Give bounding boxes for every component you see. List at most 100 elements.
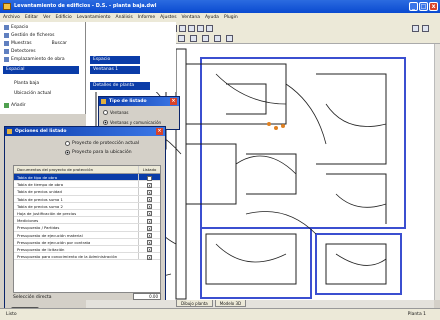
line-icon[interactable] [197,25,204,32]
table-row[interactable]: Presupuesto de ejecución por contrata x [14,238,160,246]
left-item-espacio[interactable]: Espacio [4,24,28,31]
table-row[interactable]: Tabla de tiempo de obra x [14,181,160,189]
app-window: Levantamiento de edificios - D.S. - plan… [0,0,440,320]
title-bar: Levantamiento de edificios - D.S. - plan… [0,0,440,13]
footer-label: Selección directa [13,295,52,300]
close-button[interactable]: x [429,2,438,11]
vertical-scrollbar[interactable] [434,44,440,300]
horizontal-scrollbar[interactable] [86,300,434,308]
table-row[interactable]: Tabla de tipo de obra x [14,174,160,182]
popup-title: Tipo de listado × [99,97,179,106]
table-row[interactable]: Hoja de justificación de precios x [14,209,160,218]
checkbox[interactable]: x [147,189,152,195]
menu-bar: Archivo Editar Ver Edificio Levantamient… [0,13,440,22]
table-row[interactable]: Presupuesto / Partidas x [14,224,160,232]
status-floor: Planta 1 [407,312,426,317]
site-icon [4,57,9,62]
dialog-close-button[interactable]: × [156,128,163,135]
list-options-dialog: Opciones del listado × Proyecto de protec… [4,126,166,316]
footer-value-field[interactable]: 0.00 [133,293,161,300]
left-item-detectores[interactable]: Detectores [4,48,36,55]
app-icon [3,3,11,10]
menu-ayuda[interactable]: Ayuda [205,13,219,22]
project-tree: Espacio Ventanas 1 Detalles de planta [86,22,176,92]
checkbox[interactable]: x [147,254,152,260]
floor-combo[interactable]: Planta baja [14,80,39,87]
table-row[interactable]: Presupuesto para conocimiento de la Admi… [14,253,160,261]
symbol-icon[interactable] [214,35,221,42]
menu-ventana[interactable]: Ventana [182,13,200,22]
popup-icon [101,99,106,104]
text-icon[interactable] [178,35,185,42]
menu-ver[interactable]: Ver [43,13,50,22]
hatch-icon[interactable] [190,35,197,42]
checkbox[interactable]: x [147,197,152,203]
radio-icon [103,110,108,115]
radio-proyecto-actual[interactable]: Proyecto de protección actual [65,141,139,146]
radio-selected-icon [65,150,70,155]
menu-analisis[interactable]: Análisis [116,13,133,22]
menu-ajustes[interactable]: Ajustes [160,13,176,22]
file-icon [4,33,9,38]
menu-levantamiento[interactable]: Levantamiento [77,13,111,22]
arc-icon[interactable] [206,25,213,32]
popup-close-button[interactable]: × [170,98,177,105]
table-row[interactable]: Presupuesto de licitación x [14,245,160,254]
table-header: Documentos del proyecto de protección Li… [14,166,160,174]
status-bar: Listo Planta 1 [0,308,440,320]
checkbox[interactable]: x [147,225,152,231]
layer-icon[interactable] [179,25,186,32]
menu-archivo[interactable]: Archivo [3,13,20,22]
checkbox[interactable]: x [147,247,152,253]
menu-edificio[interactable]: Edificio [56,13,72,22]
checkbox[interactable]: x [147,218,152,224]
checkbox[interactable]: x [147,182,152,188]
menu-informe[interactable]: Informe [138,13,155,22]
left-panel: Espacio Gestión de ficheros Muestras Busc… [0,22,86,114]
checkbox[interactable]: x [147,204,152,210]
list-type-popup: Tipo de listado × Ventanas Ventanas y com… [98,96,180,130]
menu-editar[interactable]: Editar [25,13,38,22]
radio-icon [65,141,70,146]
tree-item-ventanas[interactable]: Ventanas 1 [90,66,140,74]
tab-modelo-3d[interactable]: Modelo 3D [214,300,247,307]
table-row[interactable]: Tabla de precios suma 1x [14,195,160,203]
dialog-icon [7,129,12,134]
window-title: Levantamiento de edificios - D.S. - plan… [14,3,157,9]
popup-option-ventanas[interactable]: Ventanas [103,110,129,115]
nav-back-icon[interactable] [412,25,419,32]
table-row[interactable]: Tabla de precios unidad x [14,188,160,196]
table-row[interactable]: Presupuesto de ejecución material x [14,231,160,239]
table-row[interactable]: Mediciones x [14,217,160,225]
print-icon[interactable] [188,25,195,32]
maximize-button[interactable]: □ [419,2,428,11]
checkbox[interactable]: x [147,175,152,181]
block-icon[interactable] [202,35,209,42]
popup-option-comunicacion[interactable]: Ventanas y comunicación [103,120,161,125]
left-item-muestras[interactable]: Muestras Buscar [4,40,67,47]
table-row[interactable]: Tabla de precios suma 2x [14,202,160,210]
radio-selected-icon [103,120,108,125]
tree-item-detalles[interactable]: Detalles de planta [90,82,150,90]
left-item-selected[interactable]: Espacial [3,66,79,74]
header-listado: Listado [138,166,160,173]
header-documentos: Documentos del proyecto de protección [17,167,94,172]
menu-plugin[interactable]: Plugin [224,13,238,22]
tree-item-espacio[interactable]: Espacio [90,56,140,64]
detector-icon [4,49,9,54]
nav-forward-icon[interactable] [422,25,429,32]
checkbox[interactable]: x [147,211,152,217]
documents-table: Documentos del proyecto de protección Li… [13,165,161,293]
folder-icon [4,25,9,30]
radio-proyecto-ubicacion[interactable]: Proyecto para la ubicación [65,150,132,155]
minimize-button[interactable]: _ [409,2,418,11]
left-item-ficheros[interactable]: Gestión de ficheros [4,32,54,39]
help-icon[interactable] [226,35,233,42]
checkbox[interactable]: x [147,233,152,238]
add-button[interactable]: Añadir [4,102,26,109]
tab-dibujo-planta[interactable]: Dibujo planta [176,300,213,307]
checkbox[interactable]: x [147,240,152,246]
add-icon [4,103,9,108]
dialog-title-bar: Opciones del listado × [5,127,165,136]
left-item-emplazamiento[interactable]: Emplazamiento de obra [4,56,65,63]
